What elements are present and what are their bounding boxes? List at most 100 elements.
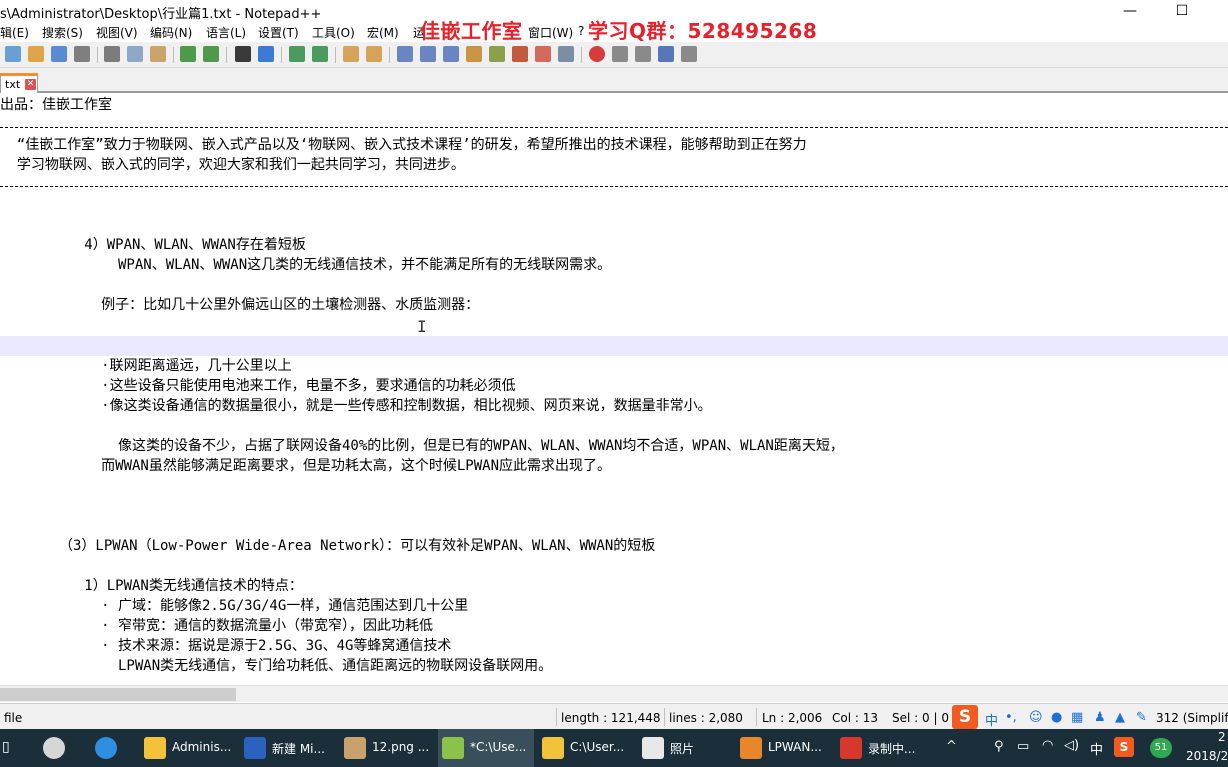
explorer-icon: [542, 737, 564, 759]
taskbar-item[interactable]: C:\User...: [538, 729, 634, 767]
taskbar-item[interactable]: LPWAN...: [736, 729, 832, 767]
lang-define-icon[interactable]: [466, 46, 482, 62]
editor-line: · 窄带宽：通信的数据流量小（带宽窄），因此功耗低: [0, 618, 434, 634]
microphone-icon[interactable]: ●: [1051, 710, 1062, 725]
stop-macro-icon[interactable]: [612, 46, 628, 62]
editor-line: “佳嵌工作室”致力于物联网、嵌入式产品以及‘物联网、嵌入式技术课程’的研发，希望…: [0, 137, 807, 153]
notification-badge[interactable]: 51: [1150, 738, 1172, 758]
usb-icon[interactable]: ⚲: [994, 739, 1004, 754]
replace-icon[interactable]: [258, 46, 274, 62]
menu-edit[interactable]: 辑(E): [0, 24, 29, 41]
taskbar-item[interactable]: 照片: [638, 729, 734, 767]
text-editor[interactable]: 出品：佳嵌工作室 “佳嵌工作室”致力于物联网、嵌入式产品以及‘物联网、嵌入式技术…: [0, 95, 1228, 685]
taskbar-item[interactable]: 录制中...: [836, 729, 932, 767]
print-icon[interactable]: [74, 46, 90, 62]
editor-line: 学习物联网、嵌入式的同学，欢迎大家和我们一起共同学习，共同进步。: [0, 157, 465, 173]
editor-line: ·像这类设备通信的数据量很小，就是一些传感和控制数据，相比视频、网页来说，数据量…: [0, 398, 712, 414]
save-icon[interactable]: [51, 46, 67, 62]
show-hidden-icons-icon[interactable]: ^: [946, 739, 957, 754]
app-pinned-icon: [43, 737, 65, 759]
toolbar-separator: [281, 47, 282, 63]
tab-file[interactable]: txt ✕: [0, 73, 38, 93]
wifi-icon[interactable]: ◠: [1042, 738, 1053, 753]
wrench-icon[interactable]: ✎: [1136, 710, 1147, 725]
ime-chinese-mode[interactable]: 中: [985, 710, 998, 729]
paste-icon[interactable]: [150, 46, 166, 62]
keyboard-icon[interactable]: ▦: [1071, 710, 1083, 725]
battery-icon[interactable]: ▭: [1017, 739, 1029, 754]
tab-label: txt: [5, 78, 21, 91]
close-icon[interactable]: ✕: [25, 79, 36, 90]
sogou-logo-icon[interactable]: S: [952, 705, 978, 729]
editor-line: 例子：比如几十公里外偏远山区的土壤检测器、水质监测器：: [0, 297, 480, 313]
tray-ime-mode[interactable]: 中: [1090, 739, 1103, 758]
menu-tools[interactable]: 工具(O): [312, 24, 355, 41]
scrollbar-thumb[interactable]: [0, 688, 236, 701]
toolbar-separator: [389, 47, 390, 63]
task-view-button[interactable]: ▯: [0, 729, 26, 767]
user-icon[interactable]: ♟: [1094, 710, 1106, 725]
taskbar-item[interactable]: Adminis...: [140, 729, 236, 767]
taskbar-ie[interactable]: [88, 729, 124, 767]
skin-icon[interactable]: ▲: [1115, 710, 1125, 725]
dashed-divider: [0, 186, 1228, 187]
taskbar-item[interactable]: 12.png ...: [340, 729, 436, 767]
redo-icon[interactable]: [203, 46, 219, 62]
doc-map-icon[interactable]: [489, 46, 505, 62]
menu-language[interactable]: 语言(L): [206, 24, 246, 41]
taskbar-item[interactable]: 新建 Mi...: [240, 729, 336, 767]
editor-line: WPAN、WLAN、WWAN这几类的无线通信技术，并不能满足所有的无线联网需求。: [0, 257, 612, 273]
monitoring-icon[interactable]: [558, 46, 574, 62]
horizontal-scrollbar[interactable]: [0, 685, 1228, 702]
save-macro-icon[interactable]: [681, 46, 697, 62]
photos-icon: [642, 737, 664, 759]
minimize-button[interactable]: —: [1112, 0, 1148, 22]
maximize-button[interactable]: ☐: [1164, 0, 1200, 22]
current-line-highlight: [0, 336, 1228, 356]
dashed-divider: [0, 127, 1228, 128]
recorder-icon: [840, 737, 862, 759]
editor-line: LPWAN类无线通信，专门给功耗低、通信距离远的物联网设备联网用。: [0, 658, 553, 674]
zoom-in-icon[interactable]: [289, 46, 305, 62]
open-file-icon[interactable]: [28, 46, 44, 62]
taskbar-app-pinned[interactable]: [36, 729, 72, 767]
undo-icon[interactable]: [180, 46, 196, 62]
word-wrap-icon[interactable]: [397, 46, 413, 62]
volume-icon[interactable]: ◁): [1064, 738, 1079, 753]
menu-encoding[interactable]: 编码(N): [150, 24, 192, 41]
record-macro-icon[interactable]: [589, 46, 605, 62]
editor-line: 4）WPAN、WLAN、WWAN存在着短板: [0, 237, 306, 253]
task-view-icon: ▯: [2, 739, 10, 755]
new-file-icon[interactable]: [5, 46, 21, 62]
sogou-tray-icon[interactable]: S: [1114, 737, 1134, 757]
play-macro-icon[interactable]: [635, 46, 651, 62]
clock-date[interactable]: 2018/2: [1186, 749, 1228, 763]
menu-settings[interactable]: 设置(T): [258, 24, 299, 41]
menu-search[interactable]: 搜索(S): [42, 24, 83, 41]
taskbar-item-label: *C:\Use...: [470, 740, 527, 754]
punctuation-icon[interactable]: •,: [1005, 710, 1017, 725]
taskbar-item-active[interactable]: *C:\Use...: [438, 729, 534, 767]
folder-workspace-icon[interactable]: [535, 46, 551, 62]
show-all-chars-icon[interactable]: [420, 46, 436, 62]
taskbar-item-label: 照片: [670, 742, 695, 756]
clock-time[interactable]: 2: [1218, 730, 1226, 744]
function-list-icon[interactable]: [512, 46, 528, 62]
sync-horizontal-icon[interactable]: [366, 46, 382, 62]
emoji-icon[interactable]: ☺: [1029, 710, 1043, 725]
status-line-number: Ln : 2,006: [762, 711, 823, 725]
zoom-out-icon[interactable]: [312, 46, 328, 62]
menu-view[interactable]: 视图(V): [96, 24, 138, 41]
taskbar-item-label: 新建 Mi...: [272, 742, 325, 756]
menu-help[interactable]: ?: [578, 24, 584, 38]
sync-vertical-icon[interactable]: [343, 46, 359, 62]
copy-icon[interactable]: [127, 46, 143, 62]
cut-icon[interactable]: [104, 46, 120, 62]
menu-window[interactable]: 窗口(W): [528, 24, 573, 41]
find-icon[interactable]: [235, 46, 251, 62]
indent-guide-icon[interactable]: [443, 46, 459, 62]
editor-line: 出品：佳嵌工作室: [0, 97, 112, 113]
menu-macro[interactable]: 宏(M): [367, 24, 399, 41]
run-macro-multiple-icon[interactable]: [658, 46, 674, 62]
taskbar-item-label: 12.png ...: [372, 740, 430, 754]
